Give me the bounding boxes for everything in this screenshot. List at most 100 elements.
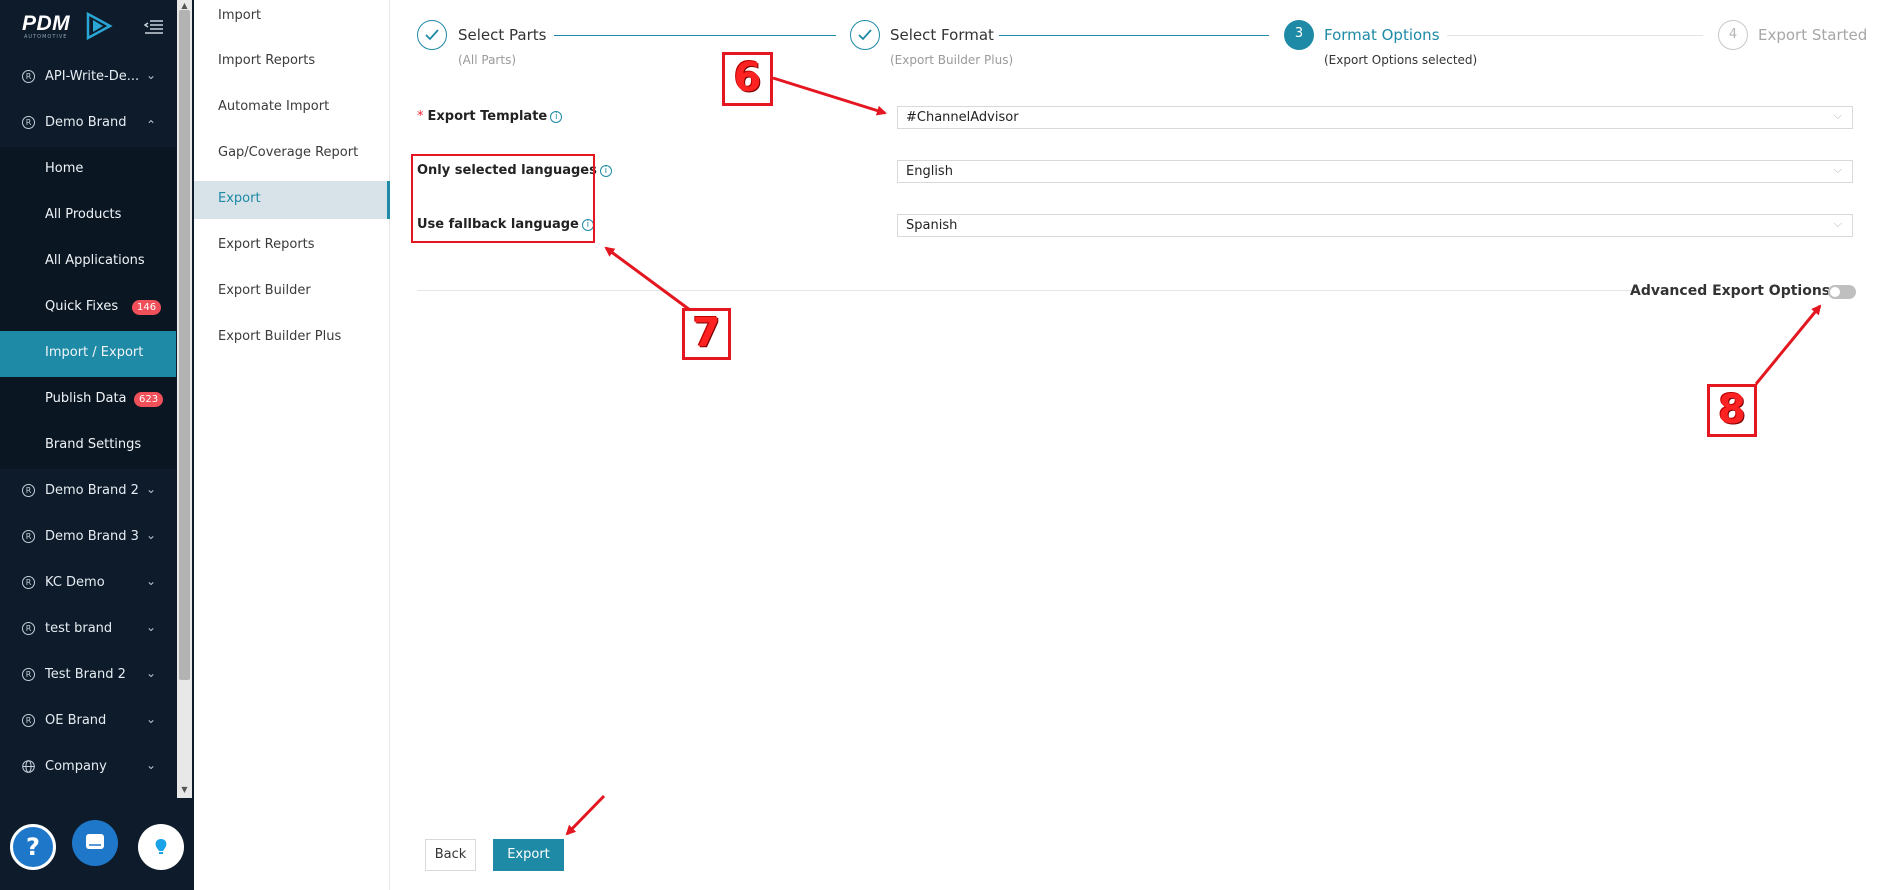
step-2-title: Select Format: [890, 26, 994, 44]
submenu-item-export-reports[interactable]: Export Reports: [194, 227, 390, 265]
export-template-select[interactable]: #ChannelAdvisor ⌵: [897, 106, 1853, 129]
advanced-export-options-toggle[interactable]: [1828, 285, 1856, 299]
sidebar-item-label: Brand Settings: [45, 437, 142, 452]
sidebar-item-home[interactable]: Home: [0, 147, 176, 193]
info-icon[interactable]: i: [599, 164, 612, 177]
sidebar-item-label: All Applications: [45, 253, 145, 268]
submenu-label: Export Builder: [218, 283, 311, 298]
sidebar-item-kc-demo[interactable]: R KC Demo ⌄: [0, 561, 176, 607]
sidebar-item-label: Home: [45, 161, 84, 176]
step-connector: [554, 35, 836, 36]
sidebar-item-label: OE Brand: [45, 713, 107, 728]
export-button[interactable]: Export: [493, 839, 564, 871]
step-2-subtitle: (Export Builder Plus): [890, 53, 1014, 67]
sidebar-item-demo-brand-3[interactable]: R Demo Brand 3 ⌄: [0, 515, 176, 561]
scroll-down-icon[interactable]: ▼: [179, 786, 190, 794]
sidebar-item-api-write[interactable]: R API-Write-De... ⌄: [0, 55, 176, 101]
submenu-item-export-builder-plus[interactable]: Export Builder Plus: [194, 319, 390, 357]
sidebar-item-all-products[interactable]: All Products: [0, 193, 176, 239]
sidebar-item-publish-data[interactable]: Publish Data 623: [0, 377, 176, 423]
submenu-label: Gap/Coverage Report: [218, 145, 359, 160]
chevron-down-icon: ⌄: [146, 758, 157, 772]
play-logo-icon: [86, 12, 113, 40]
sidebar-item-label: Test Brand 2: [45, 667, 126, 682]
only-selected-languages-select[interactable]: English ⌵: [897, 160, 1853, 183]
step-1-title: Select Parts: [458, 26, 547, 44]
registered-icon: R: [22, 530, 35, 543]
info-icon[interactable]: i: [550, 110, 563, 123]
sidebar-item-label: Quick Fixes: [45, 299, 119, 314]
step-1-subtitle: (All Parts): [458, 53, 516, 67]
sidebar-item-label: API-Write-De...: [45, 69, 140, 84]
export-template-label-text: Export Template: [427, 109, 548, 124]
registered-icon: R: [22, 622, 35, 635]
lightbulb-icon: [155, 839, 167, 854]
sidebar-item-oe-brand[interactable]: R OE Brand ⌄: [0, 699, 176, 745]
annotation-number: 8: [1718, 387, 1746, 433]
globe-icon: [22, 760, 35, 773]
sidebar-item-test-brand-2[interactable]: R Test Brand 2 ⌄: [0, 653, 176, 699]
submenu-label: Export Reports: [218, 237, 315, 252]
sidebar-item-label: Demo Brand 3: [45, 529, 139, 544]
submenu-item-import[interactable]: Import: [194, 0, 390, 36]
logo-subtitle: AUTOMOTIVE: [24, 34, 68, 40]
annotation-number: 6: [733, 55, 762, 101]
sidebar-item-demo-brand-2[interactable]: R Demo Brand 2 ⌄: [0, 469, 176, 515]
registered-icon: R: [22, 484, 35, 497]
sidebar-item-label: Import / Export: [45, 345, 144, 360]
chevron-down-icon: ⌄: [146, 574, 157, 588]
sidebar-item-quick-fixes[interactable]: Quick Fixes 146: [0, 285, 176, 331]
submenu-label: Import Reports: [218, 53, 316, 68]
chevron-down-icon: ⌵: [1833, 163, 1842, 176]
required-mark: *: [417, 109, 424, 124]
menu-collapse-icon[interactable]: [144, 18, 164, 36]
submenu-item-export[interactable]: Export: [194, 181, 390, 219]
count-badge: 623: [134, 392, 164, 407]
sidebar-item-label: Publish Data: [45, 391, 127, 406]
help-icon: ?: [26, 833, 40, 861]
step-2-check-icon: [850, 20, 880, 50]
step-connector: [1447, 35, 1703, 36]
submenu-item-automate-import[interactable]: Automate Import: [194, 89, 390, 127]
use-fallback-language-value: Spanish: [906, 218, 958, 233]
only-selected-languages-value: English: [906, 164, 953, 179]
sidebar-item-import-export[interactable]: Import / Export: [0, 331, 176, 377]
sidebar-item-demo-brand[interactable]: R Demo Brand ⌃: [0, 101, 176, 147]
annotation-number: 7: [692, 310, 721, 356]
back-button[interactable]: Back: [425, 839, 476, 871]
chevron-down-icon: ⌄: [146, 666, 157, 680]
chat-button[interactable]: [72, 820, 118, 866]
chevron-down-icon: ⌵: [1833, 109, 1842, 122]
chevron-down-icon: ⌄: [146, 528, 157, 542]
submenu-item-import-reports[interactable]: Import Reports: [194, 43, 390, 81]
submenu-item-gap-coverage-report[interactable]: Gap/Coverage Report: [194, 135, 390, 173]
sidebar-item-label: Demo Brand 2: [45, 483, 139, 498]
annotation-callout-7: 7: [682, 308, 731, 360]
sidebar-item-all-applications[interactable]: All Applications: [0, 239, 176, 285]
sidebar-item-test-brand[interactable]: R test brand ⌄: [0, 607, 176, 653]
sidebar-item-label: test brand: [45, 621, 113, 636]
registered-icon: R: [22, 668, 35, 681]
help-button[interactable]: ?: [10, 824, 56, 870]
ideas-button[interactable]: [138, 824, 184, 870]
submenu-label: Import: [218, 8, 262, 23]
step-3-subtitle: (Export Options selected): [1324, 53, 1478, 67]
sidebar-scroll-thumb[interactable]: [179, 10, 190, 680]
submenu-label: Export Builder Plus: [218, 329, 342, 344]
export-template-label: * Export Template i: [417, 109, 563, 124]
step-3-number-icon: 3: [1284, 20, 1314, 50]
submenu-item-export-builder[interactable]: Export Builder: [194, 273, 390, 311]
registered-icon: R: [22, 70, 35, 83]
use-fallback-language-select[interactable]: Spanish ⌵: [897, 214, 1853, 237]
sidebar-item-brand-settings[interactable]: Brand Settings: [0, 423, 176, 469]
step-4-title: Export Started: [1758, 26, 1868, 44]
import-export-submenu: Import Import Reports Automate Import Ga…: [194, 0, 390, 890]
chevron-down-icon: ⌵: [1833, 217, 1842, 230]
sidebar-item-label: Company: [45, 759, 107, 774]
chat-icon: [86, 834, 104, 851]
sidebar-item-company[interactable]: Company ⌄: [0, 745, 176, 791]
count-badge: 146: [132, 300, 162, 315]
scroll-up-icon[interactable]: ▲: [179, 2, 190, 10]
pdm-logo[interactable]: PDM: [22, 12, 70, 36]
registered-icon: R: [22, 116, 35, 129]
